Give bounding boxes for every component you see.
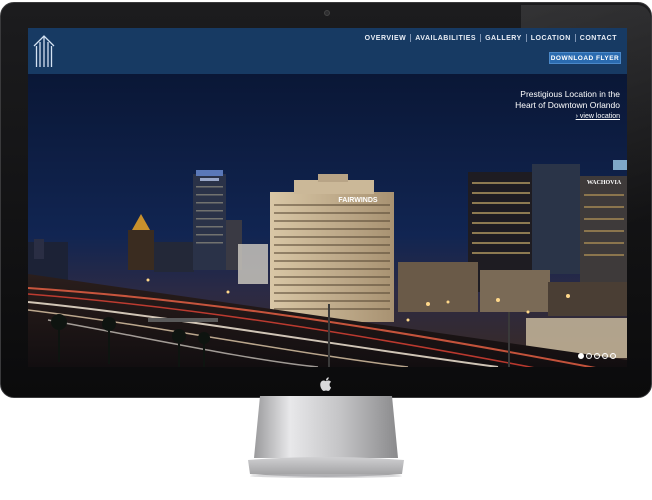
city-night-photo: FAIRWINDS WACHOVIA: [28, 74, 627, 367]
nav-availabilities[interactable]: AVAILABILITIES: [411, 35, 480, 42]
monitor-stand: [248, 396, 404, 478]
hero-tagline: Prestigious Location in the Heart of Dow…: [515, 89, 620, 111]
main-nav: OVERVIEW AVAILABILITIES GALLERY LOCATION…: [361, 34, 621, 42]
camera-icon: [324, 10, 330, 16]
nav-contact[interactable]: CONTACT: [576, 35, 621, 42]
apple-logo-icon: [320, 377, 332, 391]
nav-gallery[interactable]: GALLERY: [481, 35, 526, 42]
slide-dot[interactable]: [602, 353, 608, 359]
nav-overview[interactable]: OVERVIEW: [361, 35, 411, 42]
slide-dot[interactable]: [610, 353, 616, 359]
tagline-line-2: Heart of Downtown Orlando: [515, 100, 620, 110]
wachovia-sign: WACHOVIA: [587, 180, 622, 186]
monitor-frame: FAIRWINDS WACHOVIA OVERVIEW AVAILABILITI…: [0, 2, 652, 398]
slide-dot[interactable]: [578, 353, 584, 359]
slide-dot[interactable]: [586, 353, 592, 359]
slideshow-dots: [576, 353, 616, 359]
download-flyer-button[interactable]: DOWNLOAD FLYER: [549, 52, 621, 64]
fairwinds-sign: FAIRWINDS: [338, 197, 377, 204]
screen: FAIRWINDS WACHOVIA OVERVIEW AVAILABILITI…: [28, 28, 627, 367]
view-location-link[interactable]: › view location: [576, 113, 620, 120]
arrow-logo-icon[interactable]: [32, 34, 56, 68]
slide-dot[interactable]: [594, 353, 600, 359]
tagline-line-1: Prestigious Location in the: [520, 89, 620, 99]
site-header: OVERVIEW AVAILABILITIES GALLERY LOCATION…: [28, 28, 627, 74]
nav-location[interactable]: LOCATION: [527, 35, 575, 42]
